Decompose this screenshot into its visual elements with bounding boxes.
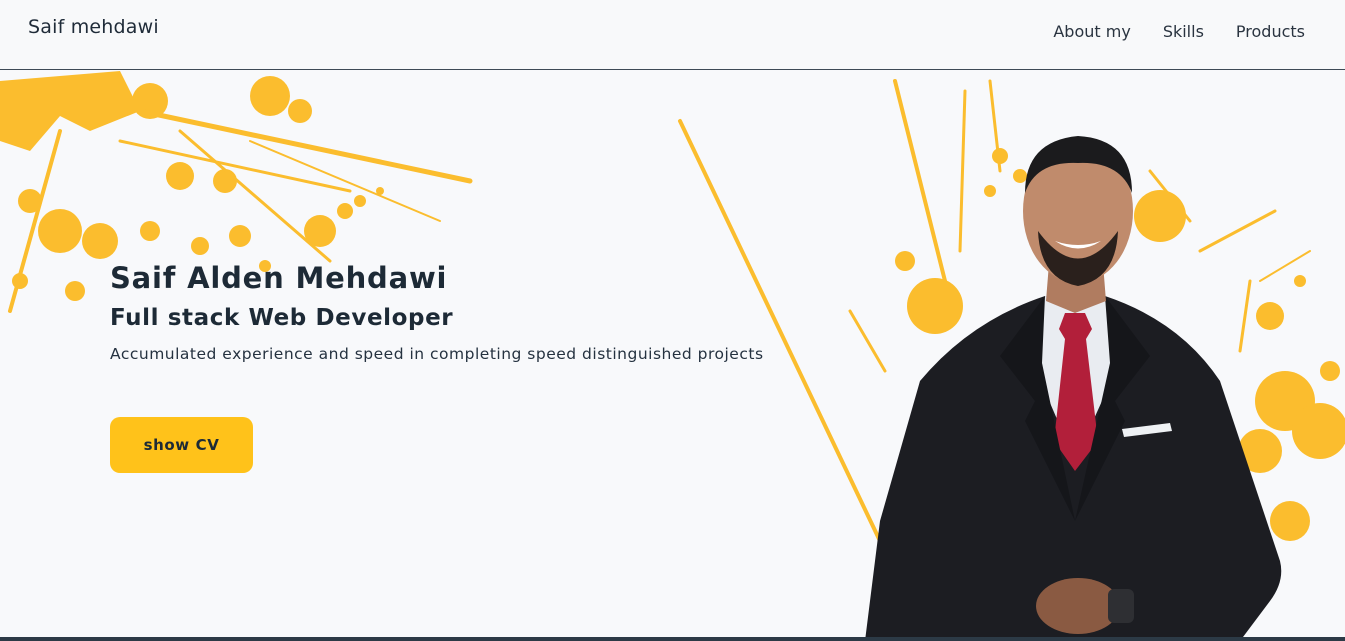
profile-photo	[865, 136, 1282, 637]
bottom-bar	[0, 637, 1345, 641]
nav-link-about[interactable]: About my	[1053, 22, 1130, 41]
hero-description: Accumulated experience and speed in comp…	[110, 345, 764, 363]
nav-links: About my Skills Products	[1053, 22, 1305, 41]
navbar: Saif mehdawi About my Skills Products	[0, 0, 1345, 70]
hero-section: Saif Alden Mehdawi Full stack Web Develo…	[0, 71, 1345, 637]
nav-link-products[interactable]: Products	[1236, 22, 1305, 41]
brand-logo[interactable]: Saif mehdawi	[28, 16, 159, 38]
hero-role: Full stack Web Developer	[110, 305, 454, 331]
show-cv-button[interactable]: show CV	[110, 417, 253, 473]
nav-link-skills[interactable]: Skills	[1163, 22, 1204, 41]
hero-name: Saif Alden Mehdawi	[110, 261, 448, 295]
